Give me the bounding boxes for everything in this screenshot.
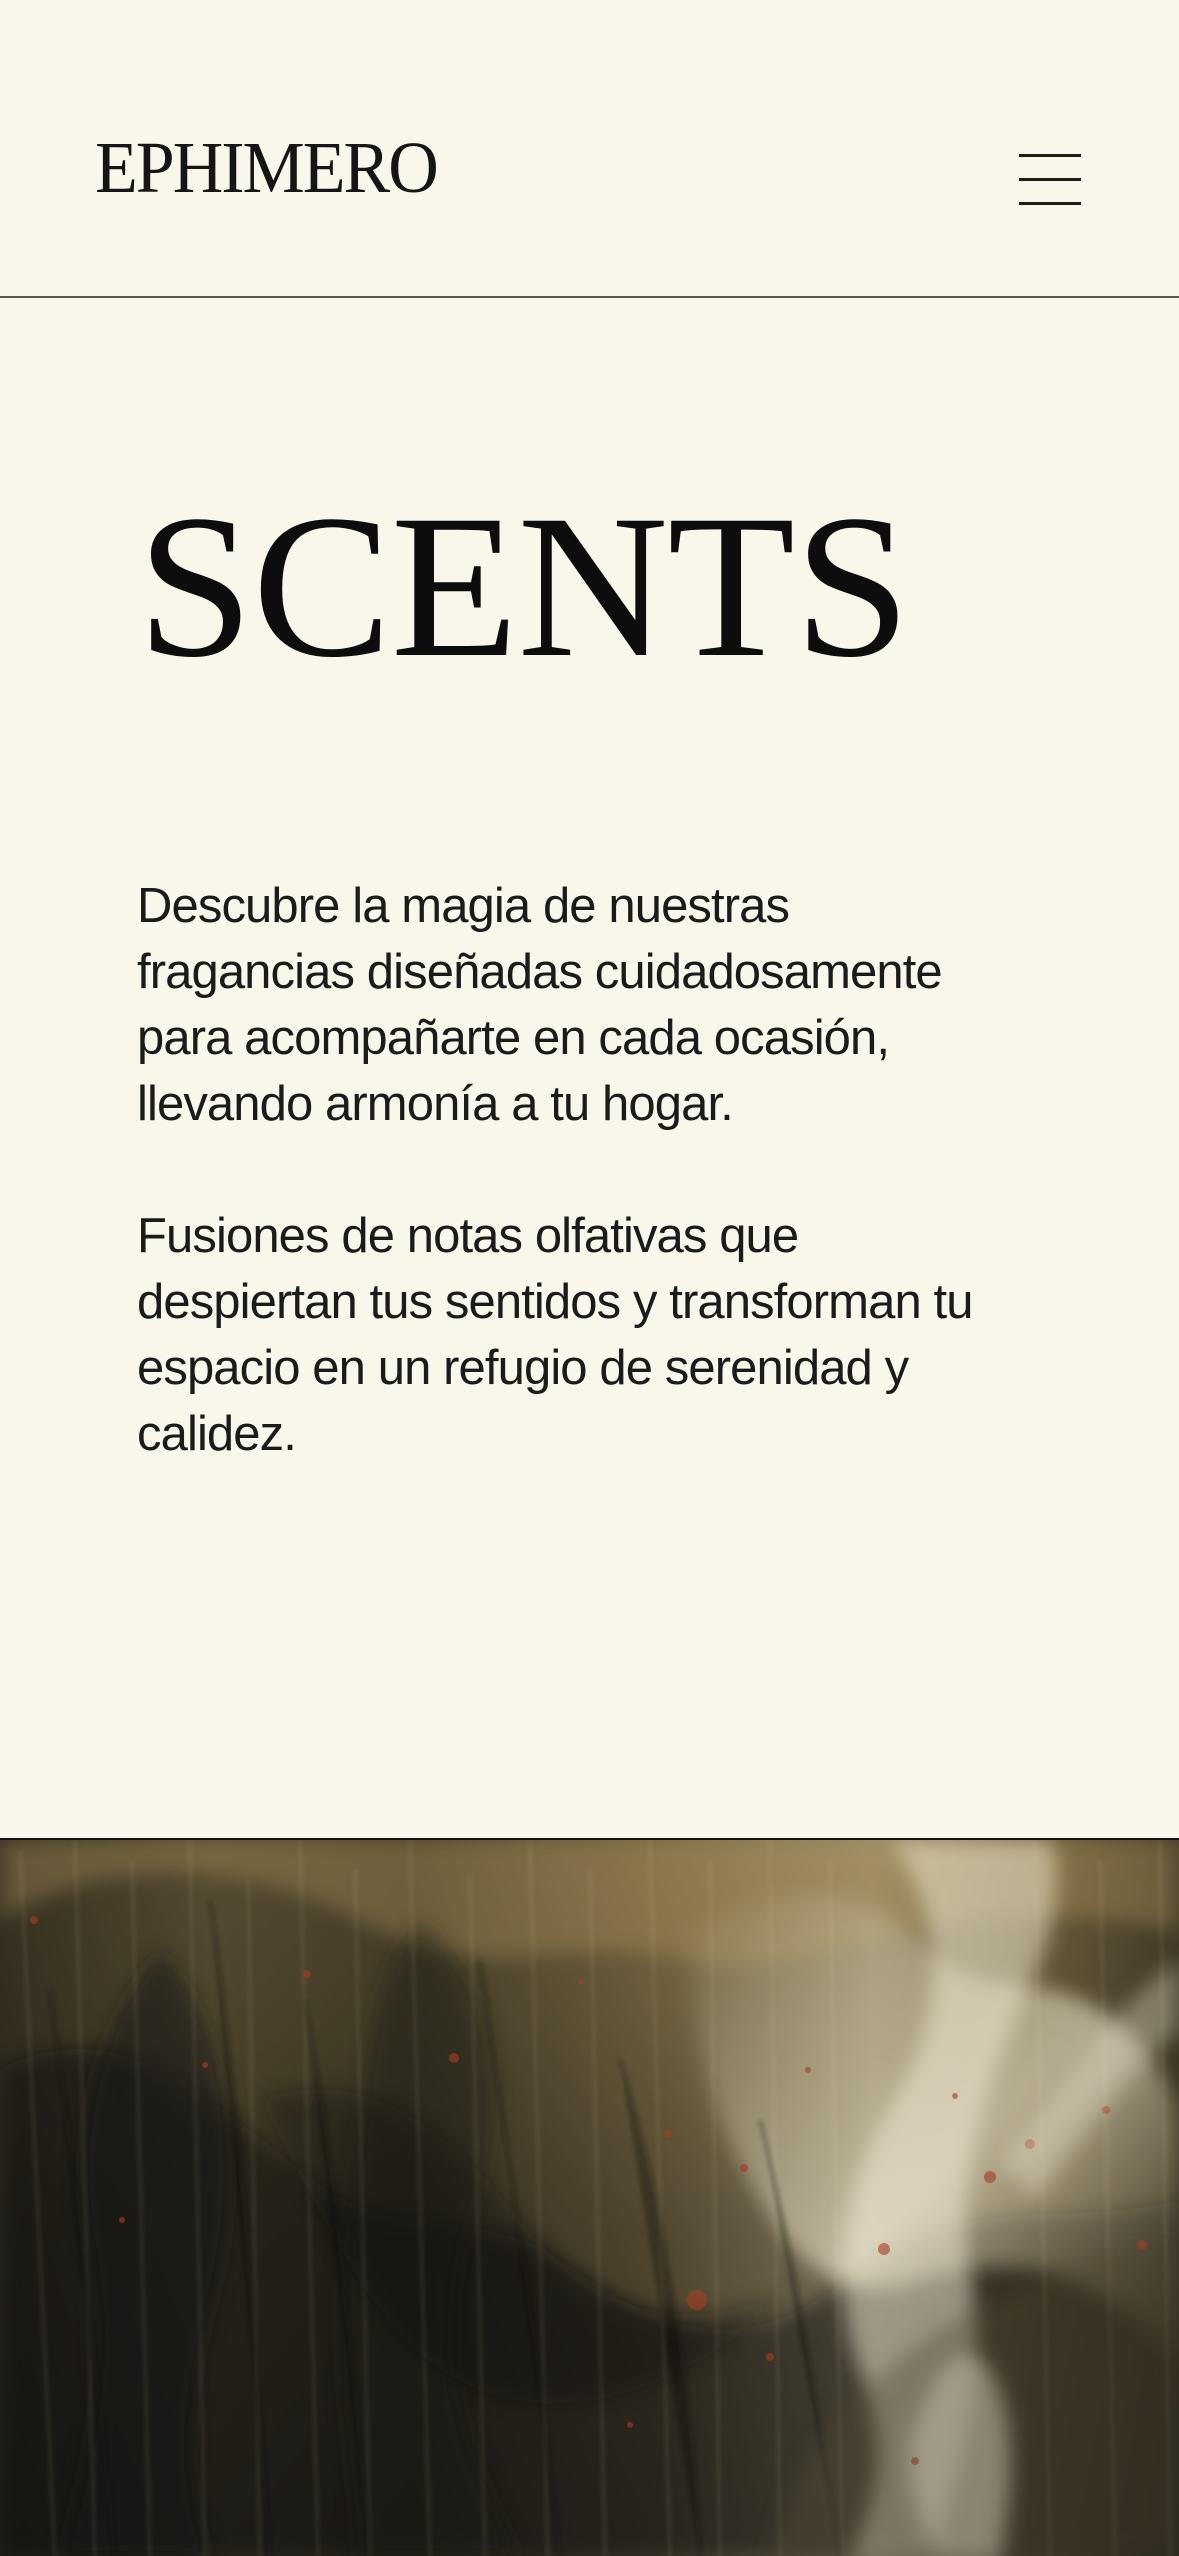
site-header: EPHIMERO [0,0,1179,298]
menu-bar-top [1019,154,1081,157]
intro-paragraph-2: Fusiones de notas olfativas que despiert… [137,1209,973,1461]
brand-logo[interactable]: EPHIMERO [95,131,439,206]
page-title: SCENTS [137,473,910,700]
menu-bar-middle [1019,178,1081,181]
scents-intro: SCENTS Descubre la magia de nuestras fra… [137,484,1077,1461]
menu-bar-bottom [1019,202,1081,205]
intro-paragraph-1: Descubre la magia de nuestras fragancias… [137,879,943,1131]
intro-copy: Descubre la magia de nuestras fragancias… [137,873,1067,1467]
abstract-texture-art [0,1840,1179,2556]
abstract-fragrance-image [0,1838,1179,2556]
hamburger-menu-icon[interactable] [1019,149,1081,211]
